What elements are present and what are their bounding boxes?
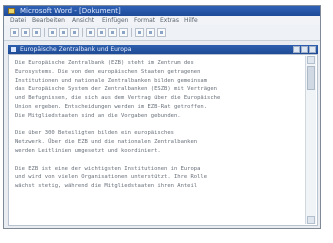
app-icon (8, 8, 15, 14)
format-painter-icon[interactable] (119, 28, 128, 37)
scroll-down-icon[interactable] (307, 216, 315, 224)
spellcheck-icon[interactable] (70, 28, 79, 37)
toolbar-separator (82, 28, 83, 37)
save-icon[interactable] (32, 28, 41, 37)
text-line: und wird von vielen Organisationen unter… (15, 174, 208, 181)
text-line: Die EZB ist eine der wichtigsten Institu… (15, 165, 201, 172)
text-line: Netzwerk. Über die EZB und die nationale… (15, 139, 198, 146)
menu-format[interactable]: Format (134, 17, 155, 24)
cut-icon[interactable] (86, 28, 95, 37)
preview-icon[interactable] (59, 28, 68, 37)
minimize-icon[interactable] (293, 46, 300, 53)
scroll-thumb[interactable] (307, 66, 315, 90)
text-line: und Befugnissen, die sich aus dem Vertra… (15, 95, 221, 102)
redo-icon[interactable] (146, 28, 155, 37)
text-line: Eurosystems. Die von den europäischen St… (15, 68, 201, 75)
menu-insert[interactable]: Einfügen (102, 17, 128, 24)
text-line: Die Europäische Zentralbank (EZB) steht … (15, 60, 194, 66)
application-window: Microsoft Word - [Dokument] Datei Bearbe… (3, 5, 321, 229)
text-line: das Europäische System der Zentralbanken… (15, 86, 217, 93)
close-icon[interactable] (309, 46, 316, 53)
scroll-up-icon[interactable] (307, 56, 315, 64)
window-title: Microsoft Word - [Dokument] (20, 7, 121, 15)
undo-icon[interactable] (135, 28, 144, 37)
paste-icon[interactable] (108, 28, 117, 37)
document-titlebar[interactable]: Europäische Zentralbank und Europa (8, 45, 318, 54)
text-line: Die über 300 Beteiligten bilden ein euro… (15, 130, 174, 137)
copy-icon[interactable] (97, 28, 106, 37)
new-document-icon[interactable] (10, 28, 19, 37)
toolbar-separator (44, 28, 45, 37)
text-line: wächst stetig, während die Mitgliedstaat… (15, 183, 198, 190)
open-folder-icon[interactable] (21, 28, 30, 37)
print-icon[interactable] (48, 28, 57, 37)
menu-view[interactable]: Ansicht (72, 17, 94, 24)
text-line: Institutionen und nationale Zentralbanke… (15, 77, 208, 84)
document-icon (11, 47, 16, 52)
toolbar (4, 25, 320, 41)
menu-file[interactable]: Datei (10, 17, 26, 24)
document-area[interactable]: Die Europäische Zentralbank (EZB) steht … (8, 54, 318, 226)
text-line: Die Mitgliedstaaten sind an die Vorgaben… (15, 112, 181, 119)
maximize-icon[interactable] (301, 46, 308, 53)
document-text[interactable]: Die Europäische Zentralbank (EZB) steht … (15, 59, 299, 191)
vertical-scrollbar[interactable] (305, 56, 316, 224)
menu-edit[interactable]: Bearbeiten (32, 17, 65, 24)
table-icon[interactable] (157, 28, 166, 37)
text-line: Union ergeben. Entscheidungen werden im … (15, 103, 208, 110)
toolbar-separator (131, 28, 132, 37)
window-titlebar[interactable]: Microsoft Word - [Dokument] (4, 6, 320, 16)
menu-help[interactable]: Hilfe (184, 17, 198, 24)
text-line: werden Leitlinien umgesetzt und koordini… (15, 147, 161, 154)
menu-tools[interactable]: Extras (160, 17, 179, 24)
document-title: Europäische Zentralbank und Europa (20, 46, 132, 53)
